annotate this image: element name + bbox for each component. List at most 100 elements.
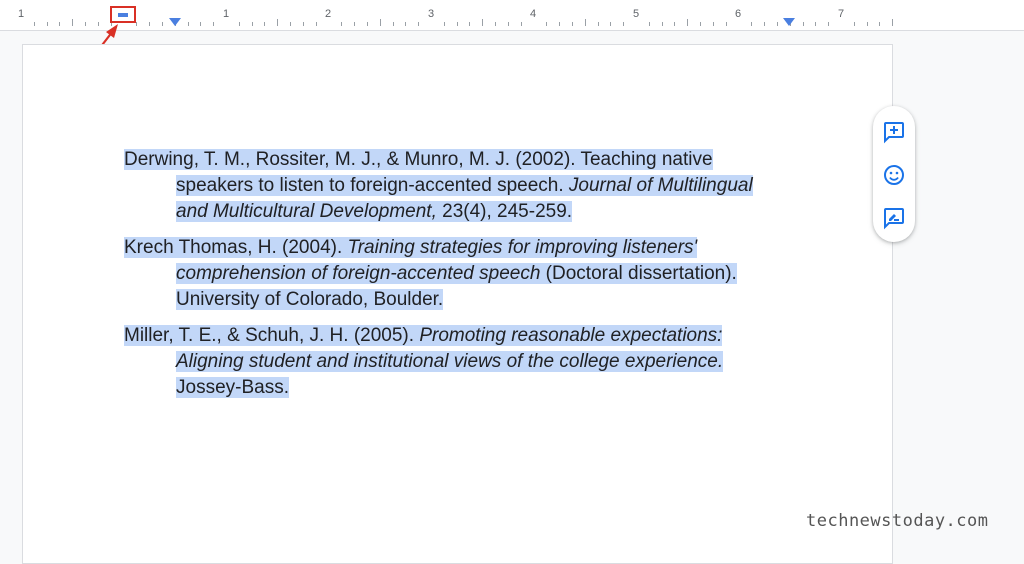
italic-text: Aligning student and institutional views… <box>176 351 724 372</box>
ruler-tick <box>405 22 406 26</box>
ruler-tick <box>674 22 675 26</box>
reference-line: University of Colorado, Boulder. <box>176 287 444 313</box>
reference-text: Miller, T. E., & Schuh, J. H. (2005). <box>124 325 420 346</box>
ruler-tick <box>713 22 714 26</box>
watermark-text: technewstoday.com <box>806 511 989 531</box>
ruler-tick <box>239 22 240 26</box>
ruler-tick <box>482 19 483 26</box>
ruler-tick <box>572 22 573 26</box>
ruler-tick <box>559 22 560 26</box>
ruler-number: 7 <box>837 8 845 20</box>
selection-highlight: speakers to listen to foreign-accented s… <box>176 175 753 196</box>
selection-highlight: Aligning student and institutional views… <box>176 351 724 372</box>
reference-line: comprehension of foreign-accented speech… <box>176 261 737 287</box>
emoji-icon[interactable] <box>882 163 906 187</box>
reference-entry[interactable]: Derwing, T. M., Rossiter, M. J., & Munro… <box>124 147 784 225</box>
ruler-number: 3 <box>427 8 435 20</box>
right-indent-marker[interactable] <box>783 18 795 26</box>
reference-line: speakers to listen to foreign-accented s… <box>176 173 753 199</box>
ruler-tick <box>867 22 868 26</box>
add-comment-icon[interactable] <box>882 120 906 144</box>
ruler-tick <box>854 22 855 26</box>
side-action-panel <box>873 106 915 242</box>
reference-text: Derwing, T. M., Rossiter, M. J., & Munro… <box>124 149 713 170</box>
reference-line: Krech Thomas, H. (2004). Training strate… <box>124 235 698 261</box>
ruler-tick <box>828 22 829 26</box>
ruler-tick <box>662 22 663 26</box>
ruler-tick <box>687 19 688 26</box>
reference-list[interactable]: Derwing, T. M., Rossiter, M. J., & Munro… <box>124 147 784 411</box>
italic-text: Training strategies for improving listen… <box>347 237 698 258</box>
ruler-tick <box>290 22 291 26</box>
reference-entry[interactable]: Miller, T. E., & Schuh, J. H. (2005). Pr… <box>124 323 784 401</box>
reference-line: Miller, T. E., & Schuh, J. H. (2005). Pr… <box>124 323 723 349</box>
ruler-tick <box>815 22 816 26</box>
ruler-tick <box>585 19 586 26</box>
ruler-tick <box>469 22 470 26</box>
reference-text: (Doctoral dissertation). <box>540 263 737 284</box>
ruler-tick <box>252 22 253 26</box>
ruler-tick <box>623 22 624 26</box>
ruler-number: 6 <box>734 8 742 20</box>
italic-text: Journal of Multilingual <box>568 175 753 196</box>
ruler-tick <box>316 22 317 26</box>
ruler-tick <box>264 22 265 26</box>
ruler-tick <box>444 22 445 26</box>
selection-highlight: comprehension of foreign-accented speech… <box>176 263 737 284</box>
ruler-tick <box>457 22 458 26</box>
ruler-tick <box>726 22 727 26</box>
ruler-tick <box>892 19 893 26</box>
ruler-tick <box>380 19 381 26</box>
ruler-tick <box>418 22 419 26</box>
ruler-tick <box>367 22 368 26</box>
reference-line: and Multicultural Development, 23(4), 24… <box>176 199 573 225</box>
reference-line: Derwing, T. M., Rossiter, M. J., & Munro… <box>124 147 713 173</box>
ruler-tick <box>341 22 342 26</box>
ruler-tick <box>277 19 278 26</box>
ruler-tick <box>879 22 880 26</box>
selection-highlight: Derwing, T. M., Rossiter, M. J., & Munro… <box>124 149 713 170</box>
reference-text: speakers to listen to foreign-accented s… <box>176 175 569 196</box>
italic-text: comprehension of foreign-accented speech <box>176 263 541 284</box>
ruler-tick <box>149 22 150 26</box>
ruler-tick <box>777 22 778 26</box>
ruler-tick <box>213 22 214 26</box>
ruler-tick <box>764 22 765 26</box>
italic-text: and Multicultural Development, <box>176 201 437 222</box>
ruler-number: 4 <box>529 8 537 20</box>
ruler-tick <box>393 22 394 26</box>
selection-highlight: University of Colorado, Boulder. <box>176 289 444 310</box>
ruler-number: 2 <box>324 8 332 20</box>
ruler-number: 1 <box>222 8 230 20</box>
reference-text: Jossey-Bass. <box>176 377 289 398</box>
ruler-tick <box>610 22 611 26</box>
ruler-tick <box>598 22 599 26</box>
ruler-tick <box>803 22 804 26</box>
left-indent-marker[interactable] <box>169 18 181 26</box>
ruler-tick <box>649 22 650 26</box>
reference-text: Krech Thomas, H. (2004). <box>124 237 348 258</box>
horizontal-ruler[interactable]: 1 1 2 3 4 5 6 7 <box>0 0 1024 31</box>
selection-highlight: and Multicultural Development, 23(4), 24… <box>176 201 573 222</box>
ruler-tick <box>188 22 189 26</box>
ruler-number: 5 <box>632 8 640 20</box>
selection-highlight: Jossey-Bass. <box>176 377 289 398</box>
selection-highlight: Krech Thomas, H. (2004). Training strate… <box>124 237 698 258</box>
suggest-edit-icon[interactable] <box>882 206 906 230</box>
reference-text: 23(4), 245-259. <box>436 201 573 222</box>
italic-text: Promoting reasonable expectations: <box>419 325 723 346</box>
selection-highlight: Miller, T. E., & Schuh, J. H. (2005). Pr… <box>124 325 723 346</box>
ruler-tick <box>162 22 163 26</box>
ruler-tick <box>546 22 547 26</box>
reference-line: Aligning student and institutional views… <box>176 349 724 375</box>
ruler-tick <box>700 22 701 26</box>
ruler-tick <box>303 22 304 26</box>
ruler-tick <box>354 22 355 26</box>
ruler-tick <box>200 22 201 26</box>
ruler-tick <box>521 22 522 26</box>
reference-text: University of Colorado, Boulder. <box>176 289 444 310</box>
ruler-tick <box>751 22 752 26</box>
ruler-tick <box>495 22 496 26</box>
ruler-tick <box>508 22 509 26</box>
reference-entry[interactable]: Krech Thomas, H. (2004). Training strate… <box>124 235 784 313</box>
